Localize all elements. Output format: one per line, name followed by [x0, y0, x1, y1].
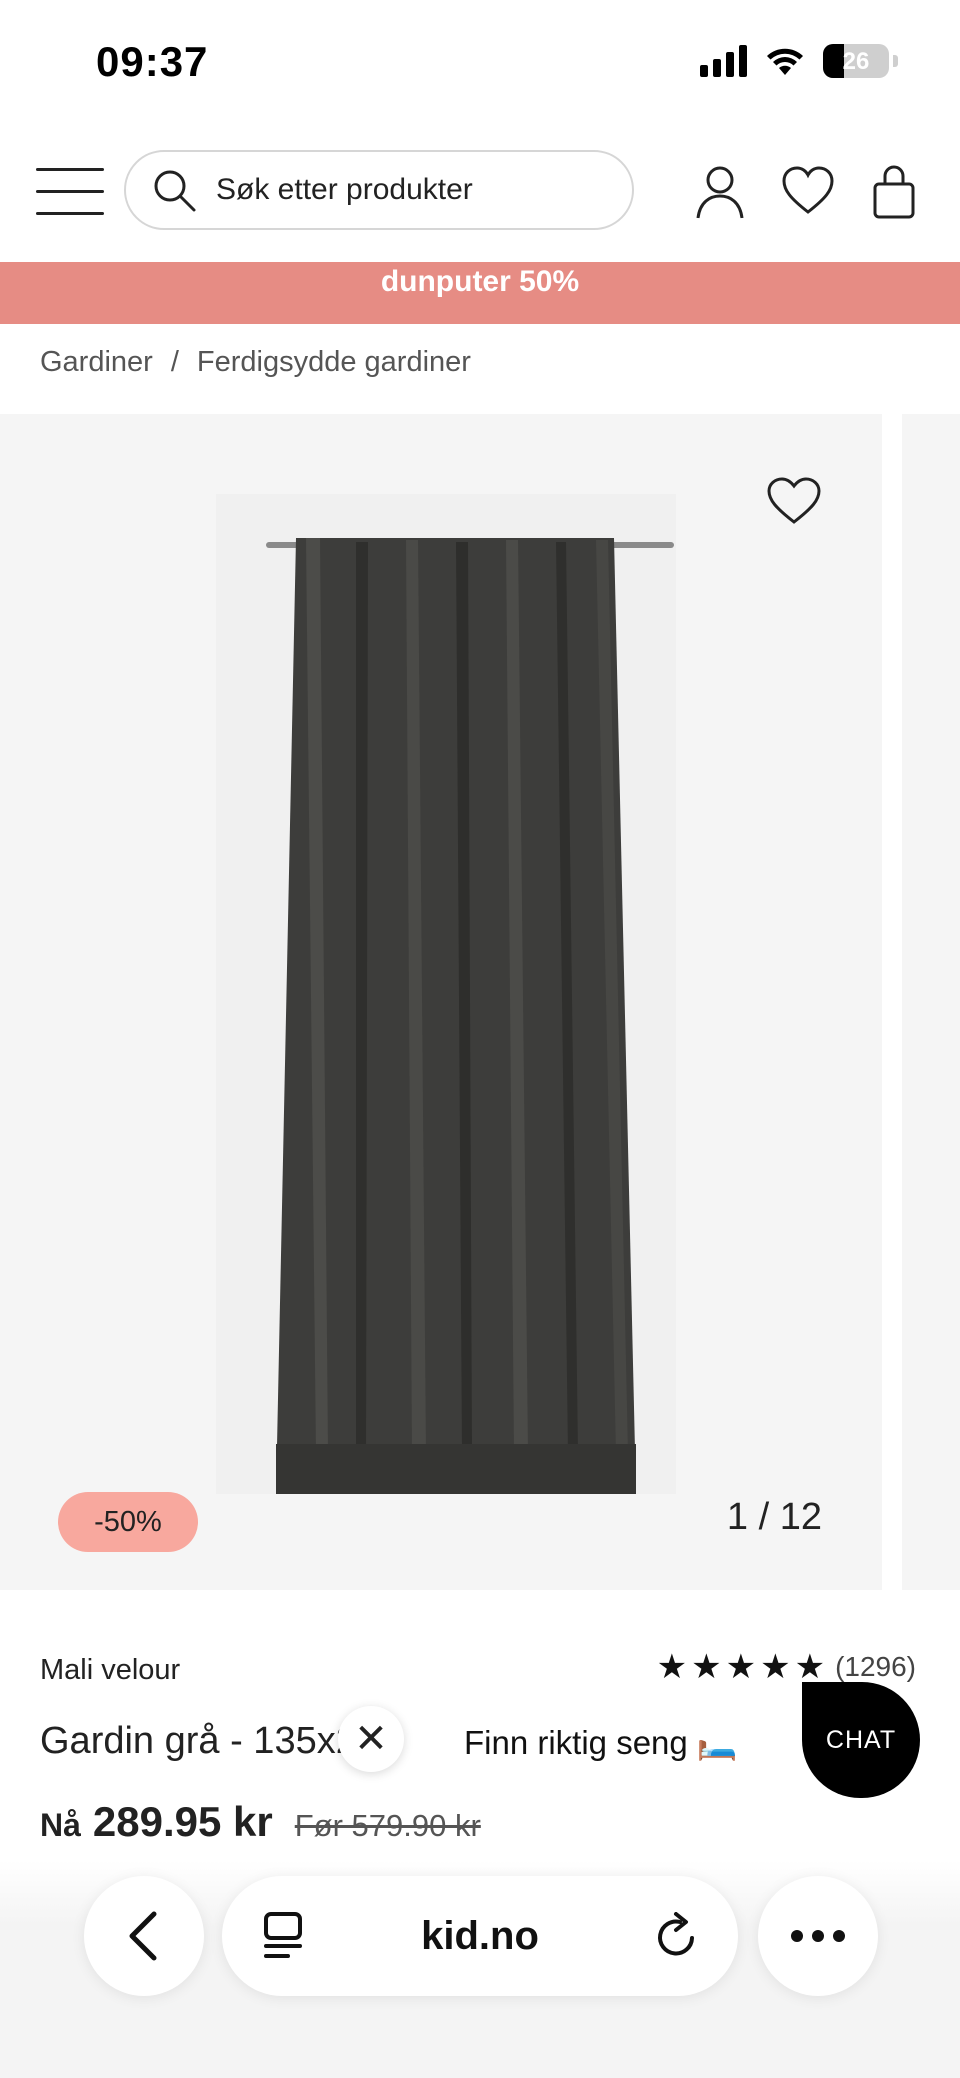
cart-bag-icon[interactable] — [872, 164, 916, 220]
star-icon: ★ — [656, 1648, 688, 1686]
star-icon: ★ — [725, 1648, 757, 1686]
promo-banner[interactable]: dunputer 50% — [0, 262, 960, 324]
search-placeholder: Søk etter produkter — [216, 173, 473, 206]
close-popup-button[interactable]: ✕ — [338, 1706, 404, 1772]
find-bed-label: Finn riktig seng 🛏️ — [464, 1723, 739, 1761]
breadcrumb-item-ferdigsydde[interactable]: Ferdigsydde gardiner — [197, 346, 471, 379]
reload-icon[interactable] — [654, 1912, 700, 1960]
browser-toolbar: kid.no — [0, 1860, 960, 2078]
product-gallery[interactable]: -50% 1 / 12 — [0, 414, 882, 1590]
star-icon: ★ — [794, 1648, 826, 1686]
wishlist-icon[interactable] — [780, 164, 836, 220]
breadcrumb-item-gardiner[interactable]: Gardiner — [40, 346, 153, 379]
breadcrumb: Gardiner / Ferdigsydde gardiner — [40, 346, 471, 379]
chevron-left-icon — [129, 1911, 157, 1961]
discount-badge: -50% — [58, 1492, 198, 1552]
star-icon: ★ — [691, 1648, 722, 1686]
current-price: 289.95 kr — [92, 1798, 273, 1845]
find-bed-chip[interactable]: Finn riktig seng 🛏️ — [440, 1718, 763, 1768]
back-button[interactable] — [84, 1876, 204, 1996]
promo-text: dunputer 50% — [380, 265, 580, 298]
battery-tip — [893, 55, 898, 67]
rating-count: (1296) — [835, 1651, 916, 1682]
search-icon — [154, 170, 196, 212]
product-wishlist-icon[interactable] — [766, 476, 822, 526]
next-image-peek[interactable] — [902, 414, 960, 1590]
status-bar: 09:37 26 — [0, 0, 960, 120]
site-header: Søk etter produkter — [0, 140, 960, 260]
product-rating[interactable]: ★ ★ ★ ★ ★ (1296) — [657, 1650, 916, 1684]
battery-level: 26 — [842, 48, 870, 75]
address-bar[interactable]: kid.no — [222, 1876, 738, 1996]
status-icons: 26 — [700, 44, 898, 78]
menu-button[interactable] — [36, 168, 104, 216]
original-price: Før 579.90 kr — [294, 1808, 481, 1843]
breadcrumb-separator: / — [170, 346, 179, 378]
product-brand[interactable]: Mali velour — [40, 1654, 180, 1687]
status-time: 09:37 — [96, 38, 209, 85]
search-input[interactable]: Søk etter produkter — [124, 150, 634, 230]
chat-label: CHAT — [825, 1725, 897, 1754]
image-counter: 1 / 12 — [726, 1496, 822, 1538]
battery-icon: 26 — [823, 44, 889, 78]
price-row: Nå 289.95 kr Før 579.90 kr — [40, 1798, 481, 1846]
wifi-icon — [767, 48, 803, 75]
account-icon[interactable] — [694, 164, 746, 220]
more-options-button[interactable] — [758, 1876, 878, 1996]
star-icon: ★ — [760, 1648, 791, 1686]
close-icon: ✕ — [354, 1717, 388, 1761]
chat-button[interactable]: CHAT — [802, 1682, 920, 1798]
cellular-signal-icon — [700, 45, 747, 77]
product-image-curtain — [216, 494, 676, 1494]
price-prefix: Nå — [40, 1807, 81, 1843]
ellipsis-icon — [791, 1930, 845, 1942]
